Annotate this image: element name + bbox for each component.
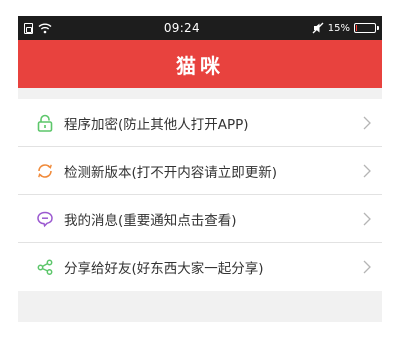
sim-icon	[24, 22, 33, 34]
menu-item-label: 我的消息(重要通知点击查看)	[64, 212, 237, 229]
chevron-right-icon	[363, 164, 371, 177]
battery-percent: 15%	[327, 22, 350, 34]
message-icon	[36, 210, 54, 228]
title-bar: 猫咪	[18, 40, 382, 88]
chevron-right-icon	[363, 212, 371, 225]
chevron-right-icon	[363, 116, 371, 129]
status-left	[24, 22, 52, 34]
menu-item-share[interactable]: 分享给好友(好东西大家一起分享)	[18, 243, 382, 291]
page-title: 猫咪	[176, 53, 224, 78]
menu-item-check-update[interactable]: 检测新版本(打不开内容请立即更新)	[18, 147, 382, 195]
wifi-icon	[38, 23, 52, 34]
share-icon	[36, 258, 54, 276]
menu-item-label: 检测新版本(打不开内容请立即更新)	[64, 164, 278, 181]
status-right: 15%	[312, 22, 379, 34]
status-bar: 09:24 15%	[18, 16, 382, 40]
menu-item-messages[interactable]: 我的消息(重要通知点击查看)	[18, 195, 382, 243]
status-time: 09:24	[163, 21, 200, 35]
refresh-icon	[36, 162, 54, 180]
chevron-right-icon	[363, 260, 371, 274]
menu-item-encrypt[interactable]: 程序加密(防止其他人打开APP)	[18, 99, 382, 147]
menu-item-label: 分享给好友(好东西大家一起分享)	[64, 261, 264, 277]
battery-icon	[353, 23, 379, 33]
menu-item-label: 程序加密(防止其他人打开APP)	[64, 116, 249, 133]
battery-fill	[355, 25, 357, 31]
lock-icon	[36, 114, 54, 132]
menu-list: 程序加密(防止其他人打开APP) 检测新版本(打不开内容请立即更新) 我的消息(…	[18, 99, 382, 291]
phone-screen: 09:24 15% 猫咪 程序加密(防止其他人打开APP) 检测新版本(打不开内…	[18, 16, 382, 322]
mute-icon	[312, 22, 324, 34]
